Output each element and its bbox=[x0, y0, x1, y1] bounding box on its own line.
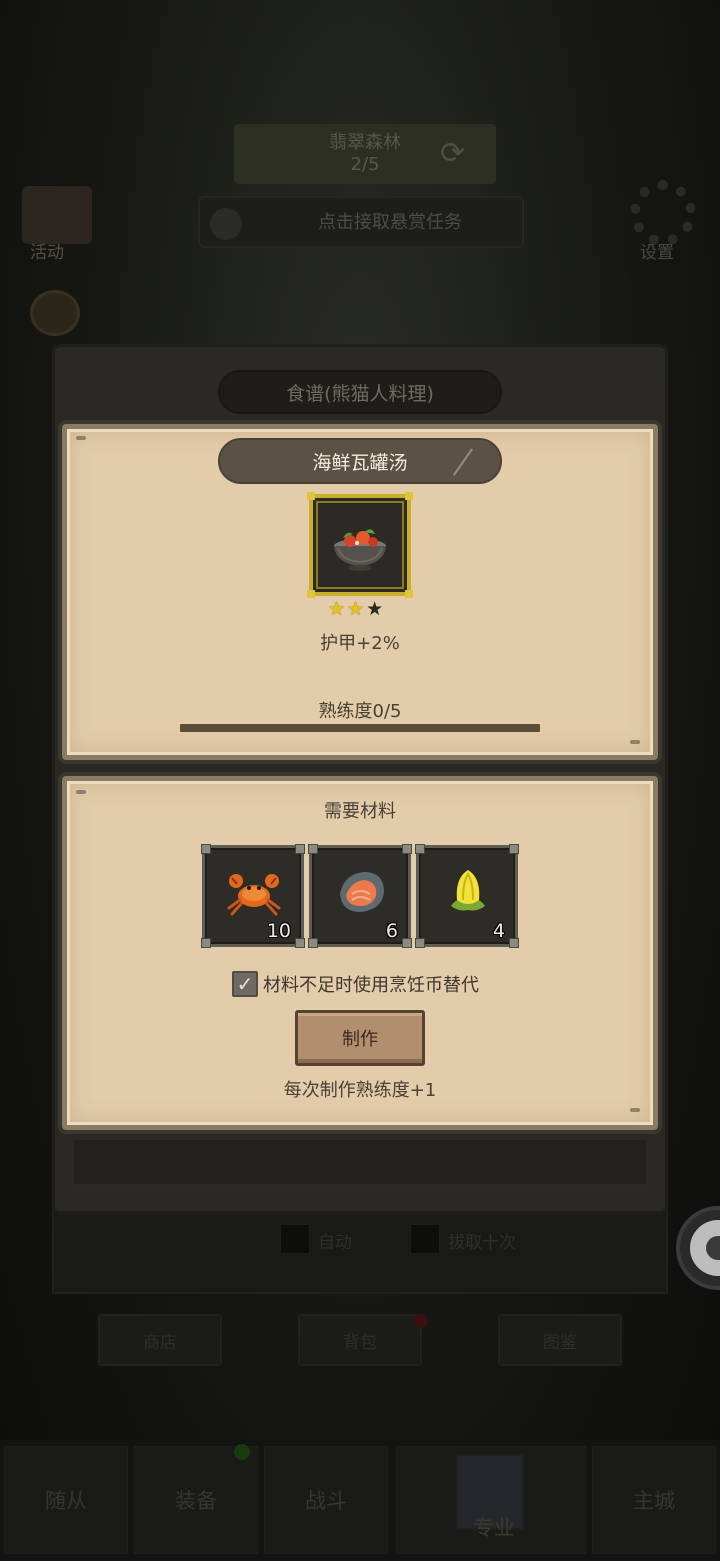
make-button-label: 制作 bbox=[342, 1029, 378, 1050]
nav-main-city: 主城 bbox=[592, 1446, 716, 1554]
shop-button: 商店 bbox=[98, 1314, 222, 1366]
refresh-icon: ⟳ bbox=[440, 136, 466, 171]
star-filled-icon: ★ bbox=[328, 598, 346, 620]
ten-checkbox bbox=[410, 1224, 440, 1254]
nav-equipment: 装备 bbox=[134, 1446, 258, 1554]
codex-button: 图鉴 bbox=[498, 1314, 622, 1366]
materials-title: 需要材料 bbox=[324, 801, 396, 822]
recipe-name-banner: 海鲜瓦罐汤 bbox=[218, 438, 502, 484]
nail-decoration bbox=[630, 740, 640, 744]
game-screen: 翡翠森林 2/5 ⟳ 点击接取悬赏任务 活动 设置 自动 拔取十次 商店 背包 … bbox=[0, 0, 720, 1561]
recipe-stars: ★ ★ ★ bbox=[328, 598, 394, 622]
activity-icon bbox=[22, 186, 92, 244]
auto-checkbox bbox=[280, 1224, 310, 1254]
nail-decoration bbox=[76, 436, 86, 440]
nav-battle: 战斗 bbox=[264, 1446, 388, 1554]
make-button[interactable]: 制作 bbox=[295, 1010, 425, 1066]
yellow-flower-icon bbox=[451, 870, 485, 911]
proficiency-label: 熟练度0/5 bbox=[318, 701, 402, 722]
settings-gear-icon bbox=[630, 180, 696, 246]
settings-label: 设置 bbox=[640, 243, 674, 263]
dialog-title: 食谱(熊猫人料理) bbox=[218, 370, 502, 414]
nav-profession-label: 专业 bbox=[473, 1516, 515, 1540]
gear-icon bbox=[690, 1220, 720, 1276]
auto-label: 自动 bbox=[318, 1233, 352, 1253]
material-slot-fish[interactable]: 6 bbox=[308, 844, 412, 948]
bounty-text: 点击接取悬赏任务 bbox=[318, 212, 462, 233]
badge-icon bbox=[30, 290, 80, 336]
activity-label: 活动 bbox=[30, 243, 64, 263]
material-count: 4 bbox=[492, 920, 505, 942]
dialog-bottom-strip bbox=[72, 1138, 648, 1186]
bag-button: 背包 bbox=[298, 1314, 422, 1366]
substitute-option[interactable]: ✓ 材料不足时使用烹饪币替代 bbox=[232, 969, 512, 999]
crab-icon bbox=[227, 874, 281, 916]
recipe-effect: 护甲+2% bbox=[320, 633, 400, 654]
material-slot-crab[interactable]: 10 bbox=[201, 844, 305, 948]
nav-followers: 随从 bbox=[4, 1446, 128, 1554]
star-filled-icon: ★ bbox=[347, 598, 365, 620]
star-empty-icon: ★ bbox=[366, 598, 384, 620]
proficiency-bar bbox=[180, 724, 540, 732]
material-count: 6 bbox=[385, 920, 398, 942]
ten-label: 拔取十次 bbox=[448, 1233, 516, 1253]
nail-decoration bbox=[630, 1108, 640, 1112]
bounty-icon bbox=[210, 208, 242, 240]
seafood-pot-icon bbox=[334, 529, 386, 571]
recipe-icon-frame[interactable] bbox=[307, 492, 413, 598]
nail-decoration bbox=[76, 790, 86, 794]
recipe-name: 海鲜瓦罐汤 bbox=[312, 451, 408, 474]
substitute-checkbox[interactable]: ✓ bbox=[232, 971, 258, 997]
material-slot-flower[interactable]: 4 bbox=[415, 844, 519, 948]
notification-dot bbox=[414, 1314, 428, 1328]
substitute-label: 材料不足时使用烹饪币替代 bbox=[263, 975, 479, 996]
material-count: 10 bbox=[266, 920, 291, 942]
nav-notification-dot bbox=[234, 1444, 250, 1460]
fish-steak-icon bbox=[340, 872, 384, 912]
make-hint: 每次制作熟练度+1 bbox=[283, 1080, 437, 1101]
checkmark-icon: ✓ bbox=[236, 972, 254, 996]
